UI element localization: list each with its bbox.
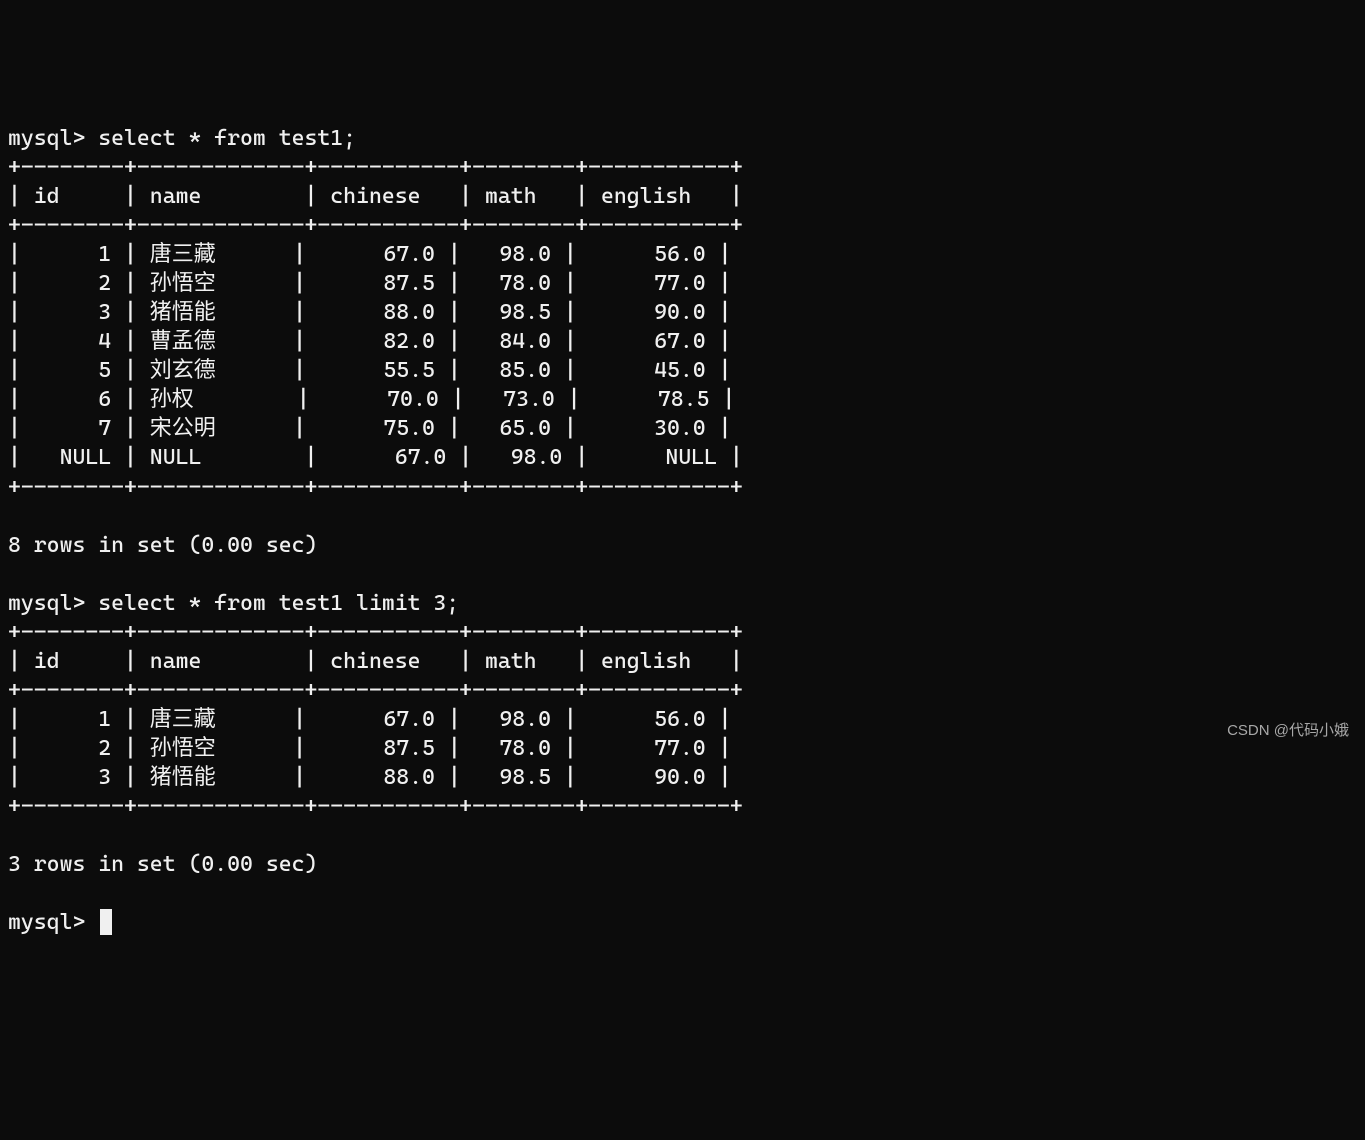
query1-table: +--------+-------------+-----------+----… <box>8 153 1357 501</box>
query2-table: +--------+-------------+-----------+----… <box>8 618 1357 821</box>
query1-footer: 8 rows in set (0.00 sec) <box>8 533 317 558</box>
query2-footer: 3 rows in set (0.00 sec) <box>8 852 317 877</box>
mysql-prompt: mysql> <box>8 126 98 151</box>
query2-sql: select * from test1 limit 3; <box>98 591 459 616</box>
query1-sql: select * from test1; <box>98 126 356 151</box>
text-cursor <box>100 909 112 935</box>
terminal-output[interactable]: mysql> select * from test1; +--------+--… <box>8 124 1357 937</box>
mysql-prompt: mysql> <box>8 910 98 935</box>
watermark: CSDN @代码小娥 <box>1227 721 1349 741</box>
mysql-prompt: mysql> <box>8 591 98 616</box>
